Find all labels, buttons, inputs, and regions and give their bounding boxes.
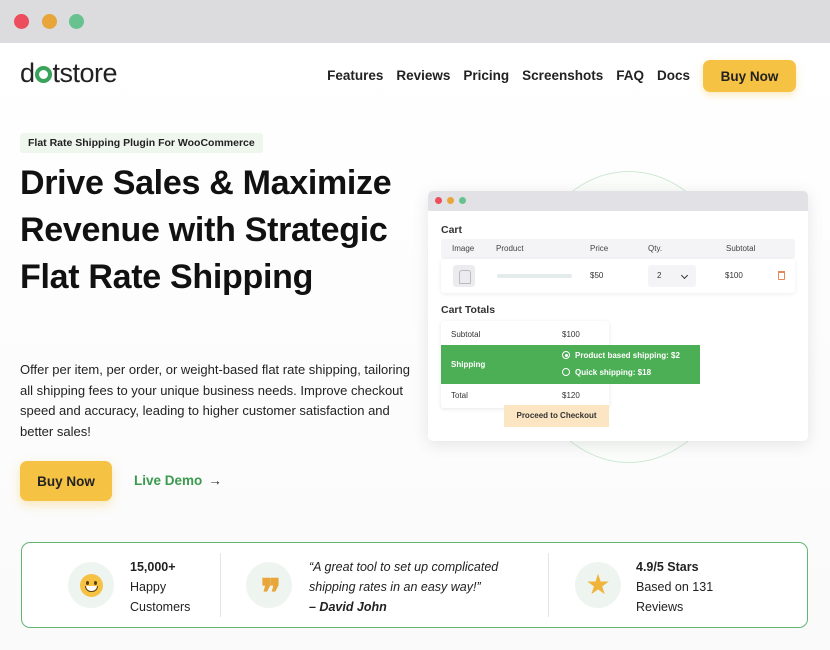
page: d tstore Features Reviews Pricing Screens… bbox=[0, 43, 830, 650]
nav-features[interactable]: Features bbox=[327, 68, 383, 83]
hero-buy-now-button[interactable]: Buy Now bbox=[20, 461, 112, 501]
mockup-cart-row: $50 2 $100 bbox=[441, 259, 795, 293]
live-demo-label: Live Demo bbox=[134, 473, 203, 488]
hero-description: Offer per item, per order, or weight-bas… bbox=[20, 362, 410, 439]
nav-docs[interactable]: Docs bbox=[657, 68, 690, 83]
total-label: Total bbox=[451, 391, 468, 400]
column-subtotal: Subtotal bbox=[726, 244, 756, 253]
rating-line1: Based on 131 bbox=[636, 580, 714, 594]
customers-line2: Customers bbox=[130, 600, 191, 614]
product-name-placeholder bbox=[497, 274, 572, 278]
radio-icon bbox=[562, 368, 570, 376]
minimize-window-icon[interactable] bbox=[42, 14, 57, 29]
quote-line2: shipping rates in an easy way!” bbox=[309, 580, 481, 594]
mockup-green-dot-icon bbox=[459, 197, 466, 204]
smiley-icon bbox=[79, 573, 103, 597]
shipping-option-product: Product based shipping: $2 bbox=[562, 351, 680, 360]
shipping-option-quick-label: Quick shipping: $18 bbox=[575, 368, 652, 377]
quote-icon: ❞ bbox=[260, 570, 282, 615]
product-thumbnail-icon bbox=[453, 265, 475, 287]
customers-stat: 15,000+ Happy Customers bbox=[130, 557, 190, 617]
quote-author: – David John bbox=[309, 600, 387, 614]
shipping-option-quick: Quick shipping: $18 bbox=[562, 368, 651, 377]
shipping-option-product-label: Product based shipping: $2 bbox=[575, 351, 680, 360]
rating-value: 4.9/5 Stars bbox=[636, 560, 699, 574]
maximize-window-icon[interactable] bbox=[69, 14, 84, 29]
mockup-titlebar bbox=[428, 191, 808, 211]
shipping-label: Shipping bbox=[451, 360, 486, 369]
column-image: Image bbox=[452, 244, 475, 253]
live-demo-link[interactable]: Live Demo → bbox=[134, 473, 222, 488]
cart-mockup: Cart Image Product Price Qty. Subtotal $… bbox=[428, 191, 808, 441]
rating-stat: 4.9/5 Stars Based on 131 Reviews bbox=[636, 557, 713, 617]
divider bbox=[548, 553, 549, 617]
main-nav: Features Reviews Pricing Screenshots FAQ… bbox=[327, 68, 690, 83]
stats-strip: 15,000+ Happy Customers ❞ “A great tool … bbox=[21, 542, 808, 628]
divider bbox=[220, 553, 221, 617]
mockup-red-dot-icon bbox=[435, 197, 442, 204]
column-price: Price bbox=[590, 244, 609, 253]
shipping-options-highlight: Shipping Product based shipping: $2 Quic… bbox=[441, 345, 700, 384]
window-titlebar bbox=[0, 0, 830, 43]
product-badge: Flat Rate Shipping Plugin For WooCommerc… bbox=[20, 133, 263, 153]
nav-reviews[interactable]: Reviews bbox=[396, 68, 450, 83]
chevron-down-icon bbox=[680, 271, 689, 280]
smiley-icon-wrap bbox=[68, 562, 114, 608]
column-qty: Qty. bbox=[648, 244, 663, 253]
customers-line1: Happy bbox=[130, 580, 167, 594]
subtotal-value: $100 bbox=[562, 330, 580, 339]
mockup-cart-title: Cart bbox=[441, 224, 463, 236]
radio-selected-icon bbox=[562, 351, 570, 359]
nav-screenshots[interactable]: Screenshots bbox=[522, 68, 603, 83]
qty-select: 2 bbox=[648, 265, 696, 287]
qty-value: 2 bbox=[657, 271, 662, 280]
mockup-table-header: Image Product Price Qty. Subtotal bbox=[441, 239, 795, 259]
total-value: $120 bbox=[562, 391, 580, 400]
row-price: $50 bbox=[590, 271, 604, 280]
rating-line2: Reviews bbox=[636, 600, 684, 614]
testimonial-quote: “A great tool to set up complicated ship… bbox=[309, 557, 539, 617]
column-product: Product bbox=[496, 244, 524, 253]
mockup-checkout-button: Proceed to Checkout bbox=[504, 405, 609, 427]
nav-faq[interactable]: FAQ bbox=[616, 68, 644, 83]
nav-pricing[interactable]: Pricing bbox=[463, 68, 509, 83]
star-icon: ★ bbox=[585, 569, 611, 600]
quote-icon-wrap: ❞ bbox=[246, 562, 292, 612]
cart-totals-title: Cart Totals bbox=[441, 304, 496, 316]
subtotal-label: Subtotal bbox=[451, 330, 481, 339]
trash-icon bbox=[778, 271, 785, 280]
close-window-icon[interactable] bbox=[14, 14, 29, 29]
header-buy-now-button[interactable]: Buy Now bbox=[703, 60, 796, 92]
mockup-yellow-dot-icon bbox=[447, 197, 454, 204]
arrow-right-icon: → bbox=[208, 473, 222, 488]
logo[interactable]: d tstore bbox=[20, 59, 118, 87]
quote-line1: “A great tool to set up complicated bbox=[309, 560, 499, 574]
hero-headline: Drive Sales & Maximize Revenue with Stra… bbox=[20, 164, 392, 296]
star-icon-wrap: ★ bbox=[575, 562, 621, 608]
row-subtotal: $100 bbox=[725, 271, 743, 280]
customers-count: 15,000+ bbox=[130, 560, 176, 574]
